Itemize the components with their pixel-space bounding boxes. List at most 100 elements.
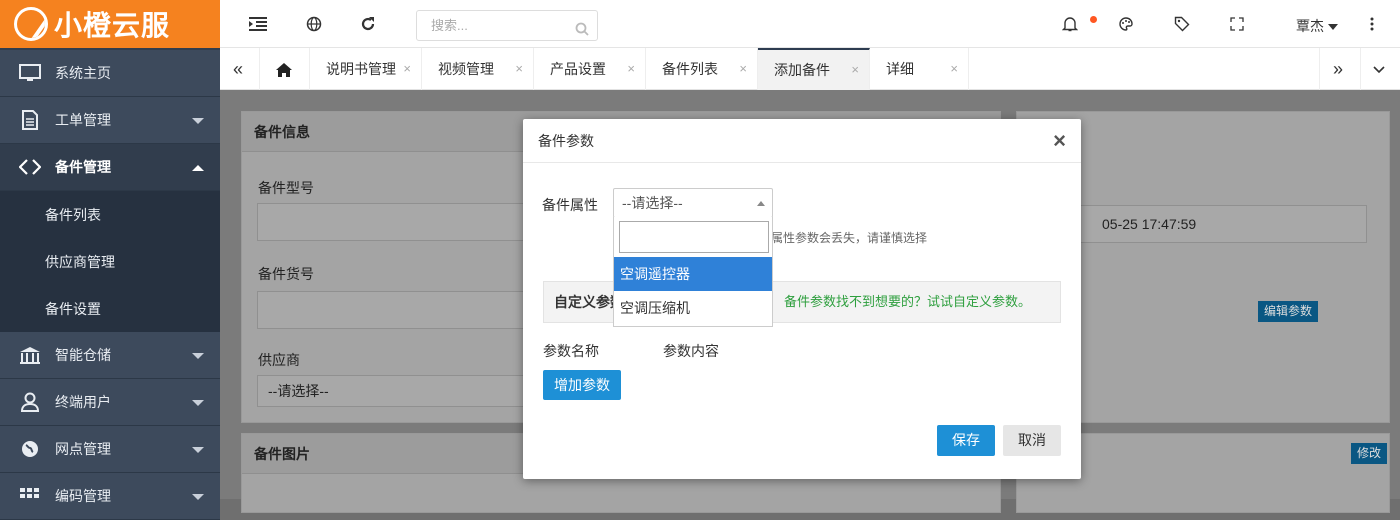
supplier-select[interactable]: --请选择-- [257, 375, 557, 407]
tab-close-icon[interactable]: × [403, 48, 411, 90]
part-model-label: 备件型号 [258, 180, 314, 196]
parts-icon [18, 157, 42, 177]
sidebar-subitem-label: 备件设置 [45, 300, 101, 317]
tab-close-icon[interactable]: × [515, 48, 523, 90]
refresh-icon[interactable] [358, 14, 378, 34]
sidebar-item-endusers[interactable]: 终端用户 [0, 379, 220, 426]
tab-label: 说明书管理 [326, 61, 396, 77]
custom-params-hint[interactable]: 备件参数找不到想要的？试试自定义参数。 [784, 282, 1031, 322]
sidebar-item-label: 终端用户 [55, 394, 111, 410]
chevron-down-icon [192, 400, 204, 406]
close-icon[interactable]: × [1053, 130, 1066, 152]
add-param-button[interactable]: 增加参数 [543, 370, 621, 400]
part-model-input[interactable] [257, 203, 557, 241]
part-sku-input[interactable] [257, 291, 557, 329]
tag-icon[interactable] [1172, 14, 1192, 34]
tab-close-icon[interactable]: × [950, 48, 958, 90]
param-name-header: 参数名称 [543, 343, 599, 359]
tab-videos[interactable]: 视频管理 × [422, 48, 534, 90]
grid-icon [18, 486, 42, 506]
sidebar-subitem-parts-list[interactable]: 备件列表 [0, 191, 220, 238]
part-sku-label: 备件货号 [258, 266, 314, 282]
supplier-value: --请选择-- [268, 383, 329, 399]
tab-parts-list[interactable]: 备件列表 × [646, 48, 758, 90]
sidebar-item-outlets[interactable]: 网点管理 [0, 426, 220, 473]
created-time-value: 05-25 17:47:59 [1102, 216, 1197, 232]
sidebar-item-coding[interactable]: 编码管理 [0, 473, 220, 520]
document-icon [18, 110, 42, 130]
tab-home[interactable] [260, 48, 310, 90]
chevron-down-icon [192, 118, 204, 124]
part-attribute-label: 备件属性 [542, 197, 598, 213]
param-content-header: 参数内容 [663, 343, 719, 359]
sidebar-subitem-label: 供应商管理 [45, 253, 115, 270]
tab-detail[interactable]: 详细 × [870, 48, 969, 90]
search-icon[interactable] [575, 17, 589, 46]
modal-title: 备件参数 [523, 119, 1081, 163]
globe-icon[interactable] [304, 14, 324, 34]
select-value: --请选择-- [622, 195, 683, 211]
search-input[interactable]: 搜索... [416, 10, 598, 41]
tab-close-icon[interactable]: × [739, 48, 747, 90]
tab-close-icon[interactable]: × [627, 48, 635, 90]
sidebar-subitem-parts-settings[interactable]: 备件设置 [0, 285, 220, 332]
tabs-dropdown-button[interactable] [1361, 48, 1400, 90]
sidebar-item-parts[interactable]: 备件管理 [0, 144, 220, 191]
dropdown-option[interactable]: 空调遥控器 [614, 257, 772, 291]
chevron-down-icon [192, 494, 204, 500]
attribute-warning: 属性参数会丢失，请谨慎选择 [771, 231, 928, 245]
modify-label: 修改 [1357, 446, 1382, 460]
sidebar-item-label: 智能仓储 [55, 347, 111, 363]
bell-icon[interactable] [1060, 14, 1080, 34]
sidebar-item-workorders[interactable]: 工单管理 [0, 97, 220, 144]
save-button[interactable]: 保存 [937, 425, 995, 456]
user-name: 覃杰 [1296, 18, 1324, 34]
brand-logo[interactable]: 小橙云服 [0, 0, 220, 48]
sidebar: 小橙云服 系统主页 工单管理 备件管理 备件列表 供应商管理 备件设置 智能仓储… [0, 0, 220, 520]
sidebar-menu: 系统主页 工单管理 备件管理 备件列表 供应商管理 备件设置 智能仓储 终端用户… [0, 50, 220, 520]
tab-label: 详细 [886, 61, 914, 77]
edit-params-label: 编辑参数 [1264, 304, 1313, 318]
dropdown-search-input[interactable] [619, 221, 769, 253]
sidebar-subitem-suppliers[interactable]: 供应商管理 [0, 238, 220, 285]
tab-bar: « 说明书管理 × 视频管理 × 产品设置 × 备件列表 × 添加备件 × 详细 × » [220, 48, 1400, 90]
menu-collapse-icon[interactable] [248, 14, 268, 34]
globe-icon [18, 439, 42, 459]
sidebar-item-label: 网点管理 [55, 441, 111, 457]
modify-button[interactable]: 修改 [1351, 443, 1388, 464]
more-vertical-icon[interactable] [1362, 14, 1382, 34]
tabs-scroll-left-button[interactable]: « [220, 48, 260, 90]
tab-product-settings[interactable]: 产品设置 × [534, 48, 646, 90]
chevron-down-icon [192, 447, 204, 453]
edit-params-button[interactable]: 编辑参数 [1258, 301, 1319, 322]
chevron-down-icon [1373, 61, 1385, 77]
notification-dot [1090, 16, 1097, 23]
part-params-modal: 备件参数 × 备件属性 --请选择-- 空调遥控器 空调压缩机 属性参数会丢失，… [523, 119, 1081, 479]
dropdown-option[interactable]: 空调压缩机 [614, 291, 772, 325]
user-icon [18, 392, 42, 412]
part-attribute-select[interactable]: --请选择-- [613, 188, 773, 218]
fullscreen-icon[interactable] [1227, 14, 1247, 34]
tabs-scroll-right-button[interactable]: » [1319, 48, 1361, 90]
tab-close-icon[interactable]: × [851, 50, 859, 90]
search-placeholder: 搜索... [431, 18, 468, 33]
chevron-down-icon [1327, 24, 1338, 31]
sidebar-item-label: 系统主页 [55, 65, 111, 81]
palette-icon[interactable] [1116, 14, 1136, 34]
warehouse-icon [18, 345, 42, 365]
tab-label: 产品设置 [550, 61, 606, 77]
double-chevron-left-icon: « [233, 59, 244, 79]
sidebar-item-home[interactable]: 系统主页 [0, 50, 220, 97]
created-time-field: 05-25 17:47:59 [1037, 205, 1367, 243]
tab-add-part[interactable]: 添加备件 × [758, 48, 870, 90]
tab-manuals[interactable]: 说明书管理 × [310, 48, 422, 90]
button-label: 取消 [1018, 432, 1046, 448]
tab-label: 视频管理 [438, 61, 494, 77]
cancel-button[interactable]: 取消 [1003, 425, 1061, 456]
sidebar-item-warehouse[interactable]: 智能仓储 [0, 332, 220, 379]
sidebar-item-label: 编码管理 [55, 488, 111, 504]
button-label: 增加参数 [554, 377, 610, 393]
user-menu[interactable]: 覃杰 [1296, 16, 1338, 36]
top-bar: 搜索... 覃杰 [220, 0, 1400, 48]
option-label: 空调压缩机 [620, 300, 690, 316]
